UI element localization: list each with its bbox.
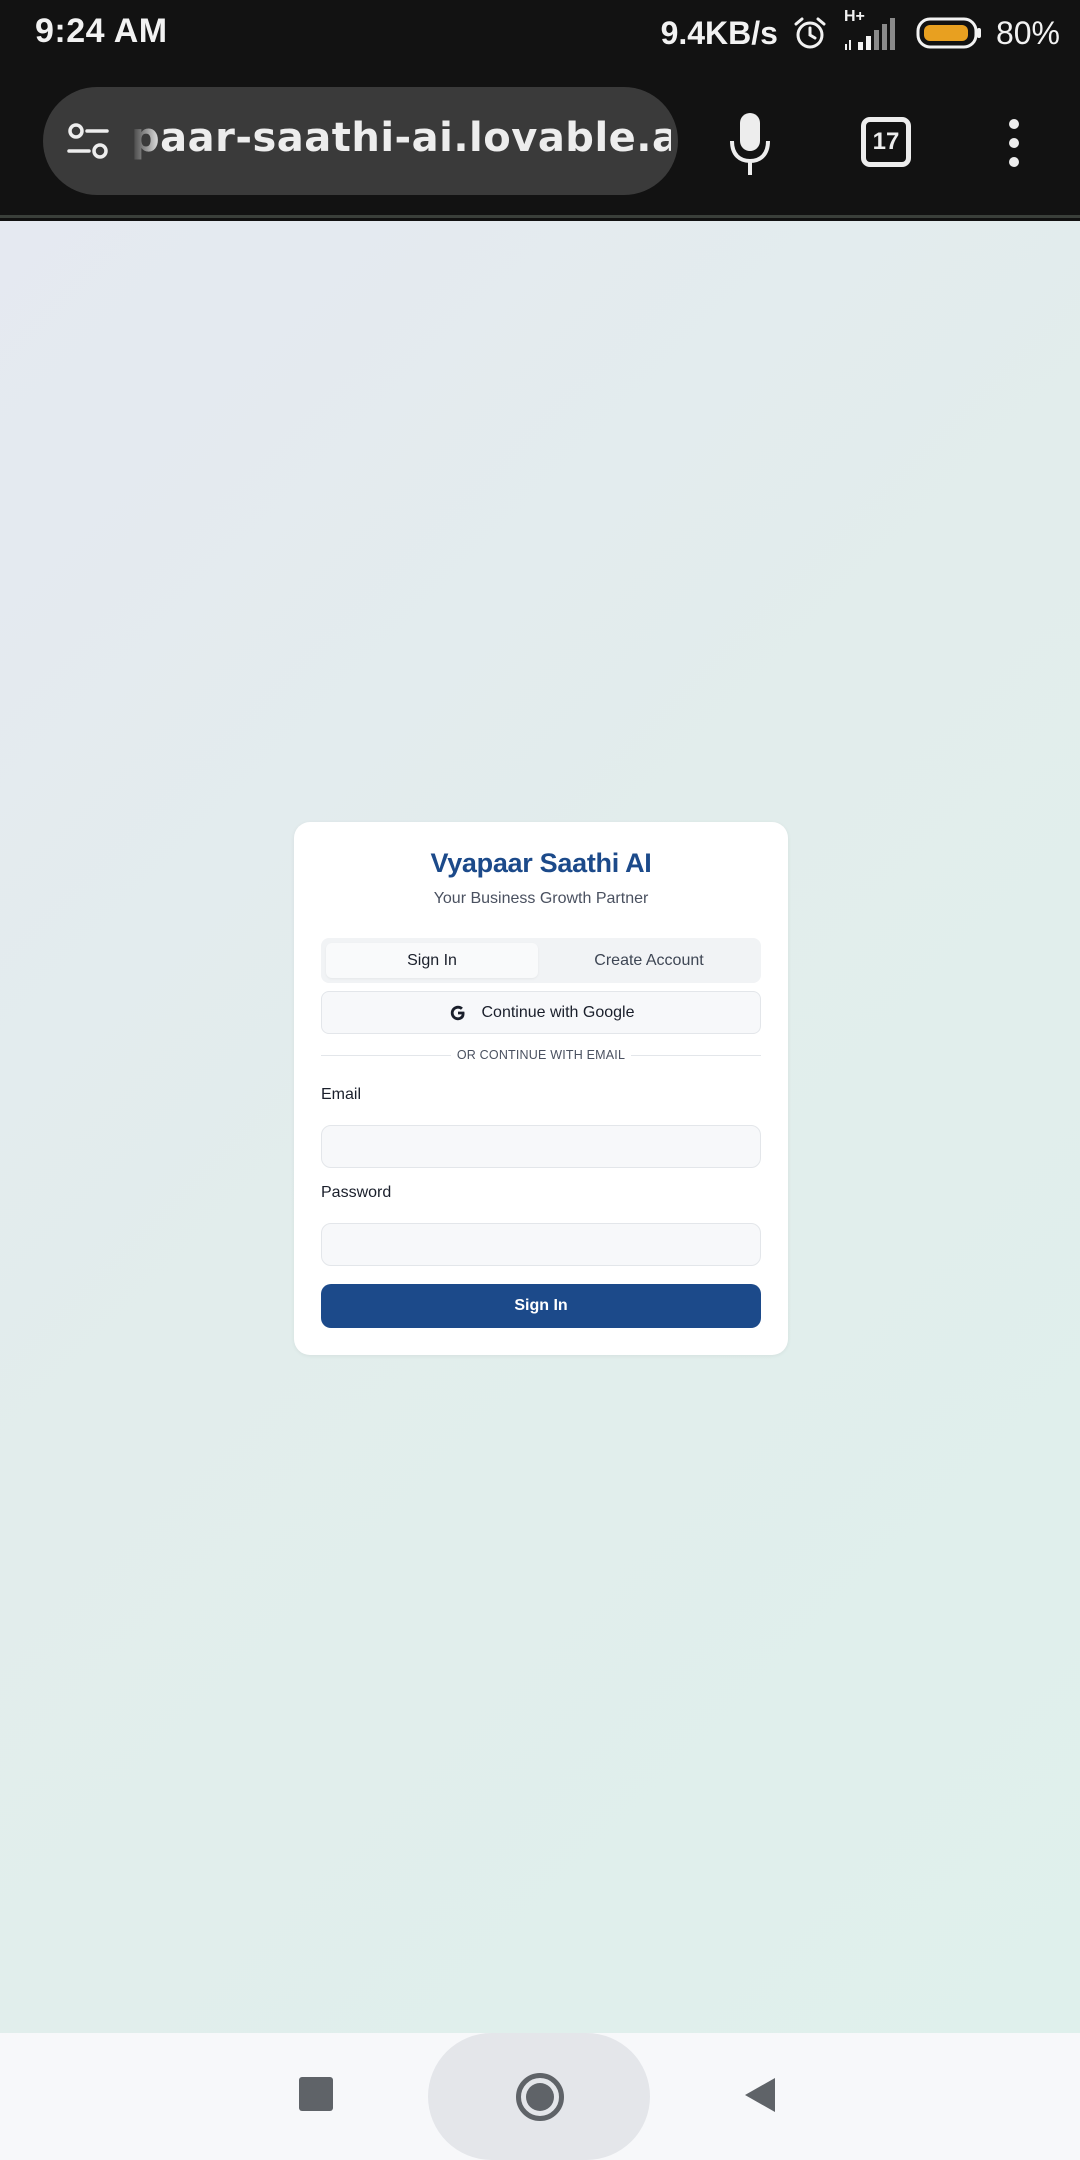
mic-icon[interactable] xyxy=(726,111,774,181)
status-bar: 9:24 AM 9.4KB/s H+ 80% xyxy=(0,0,1080,66)
divider-label: OR CONTINUE WITH EMAIL xyxy=(450,1048,632,1062)
auth-tabs: Sign In Create Account xyxy=(321,938,761,983)
password-label: Password xyxy=(321,1184,392,1201)
nav-bar xyxy=(0,2033,1080,2160)
more-vert-icon[interactable] xyxy=(1005,118,1023,168)
app-title: Vyapaar Saathi AI xyxy=(430,848,652,878)
battery-percent: 80% xyxy=(995,14,1060,51)
net-speed: 9.4KB/s xyxy=(660,14,778,51)
tune-icon[interactable] xyxy=(65,119,111,163)
page-viewport: Vyapaar Saathi AI Your Business Growth P… xyxy=(0,221,1080,2033)
status-time: 9:24 AM xyxy=(35,12,168,50)
divider-text: OR CONTINUE WITH EMAIL xyxy=(294,1046,788,1064)
network-type: H+ xyxy=(843,8,865,25)
back-icon[interactable] xyxy=(743,2076,777,2114)
email-field[interactable] xyxy=(321,1125,761,1168)
url-bar[interactable]: paar-saathi-ai.lovable.app xyxy=(43,87,678,195)
signal-icon: H+ xyxy=(842,8,902,52)
tabs-icon[interactable]: 17 xyxy=(861,117,911,167)
url-fade xyxy=(131,107,161,177)
auth-card: Vyapaar Saathi AI Your Business Growth P… xyxy=(294,822,788,1355)
url-text[interactable]: paar-saathi-ai.lovable.app xyxy=(131,115,671,167)
alarm-icon xyxy=(794,17,826,49)
status-icons: 9.4KB/s H+ 80% xyxy=(660,8,1060,54)
tab-sign-in[interactable]: Sign In xyxy=(326,943,538,978)
google-signin-button[interactable]: Continue with Google xyxy=(321,991,761,1034)
google-icon xyxy=(450,1005,464,1020)
app-subtitle: Your Business Growth Partner xyxy=(433,890,649,907)
recents-icon[interactable] xyxy=(299,2077,333,2111)
battery-icon xyxy=(916,17,981,49)
email-label: Email xyxy=(321,1086,362,1103)
tab-create-account[interactable]: Create Account xyxy=(543,943,755,978)
sign-in-button[interactable]: Sign In xyxy=(321,1284,761,1328)
password-field[interactable] xyxy=(321,1223,761,1266)
home-icon[interactable] xyxy=(516,2073,564,2121)
browser-toolbar: paar-saathi-ai.lovable.app 17 xyxy=(0,66,1080,218)
google-button-label: Continue with Google xyxy=(481,1003,635,1021)
